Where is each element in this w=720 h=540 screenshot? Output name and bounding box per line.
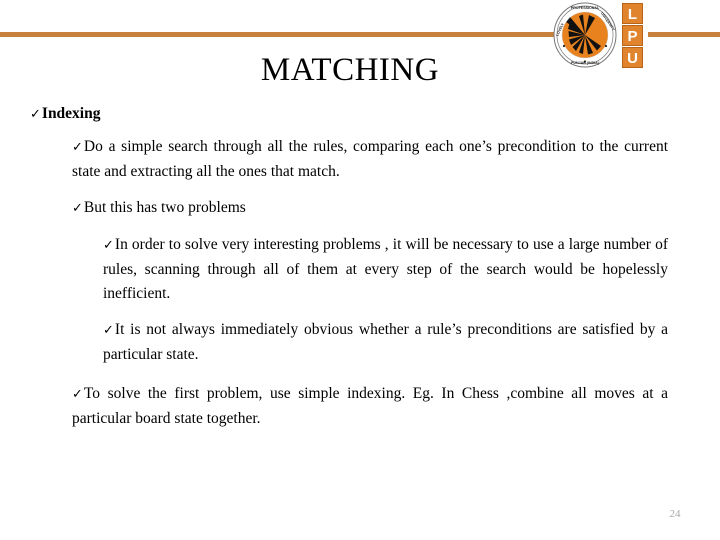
- bullet-level3-preconditions: ✓It is not always immediately obvious wh…: [103, 318, 668, 367]
- bullet-level1-indexing: ✓Indexing: [30, 104, 670, 125]
- bullet-text: To solve the first problem, use simple i…: [72, 385, 668, 427]
- checkmark-icon: ✓: [103, 323, 114, 338]
- bullet-text: In order to solve very interesting probl…: [103, 236, 668, 302]
- bullet-level3-inefficient: ✓In order to solve very interesting prob…: [103, 233, 668, 306]
- bullet-level2-two-problems: ✓But this has two problems: [72, 196, 668, 221]
- checkmark-icon: ✓: [103, 238, 114, 253]
- header-rule-left: [0, 32, 556, 37]
- slide-canvas: PROFESSIONAL UNIVERSITY LOVELY PUNJAB (I…: [0, 0, 720, 540]
- page-number: 24: [669, 508, 681, 520]
- lpu-letter-p: P: [622, 25, 643, 46]
- bullet-level2-indexing-solution: ✓To solve the first problem, use simple …: [72, 382, 668, 431]
- bullet-text: Indexing: [41, 105, 101, 122]
- checkmark-icon: ✓: [30, 107, 41, 122]
- slide-title: MATCHING: [260, 52, 440, 88]
- lpu-letter-l: L: [622, 3, 643, 24]
- slide-body: ✓Indexing ✓Do a simple search through al…: [0, 100, 720, 442]
- bullet-level2-simple-search: ✓Do a simple search through all the rule…: [72, 135, 668, 184]
- svg-text:PROFESSIONAL: PROFESSIONAL: [571, 6, 600, 10]
- checkmark-icon: ✓: [72, 201, 83, 216]
- bullet-text: Do a simple search through all the rules…: [72, 138, 668, 180]
- bullet-text: It is not always immediately obvious whe…: [103, 321, 668, 363]
- checkmark-icon: ✓: [72, 140, 83, 155]
- bullet-text: But this has two problems: [83, 199, 246, 216]
- checkmark-icon: ✓: [72, 387, 83, 402]
